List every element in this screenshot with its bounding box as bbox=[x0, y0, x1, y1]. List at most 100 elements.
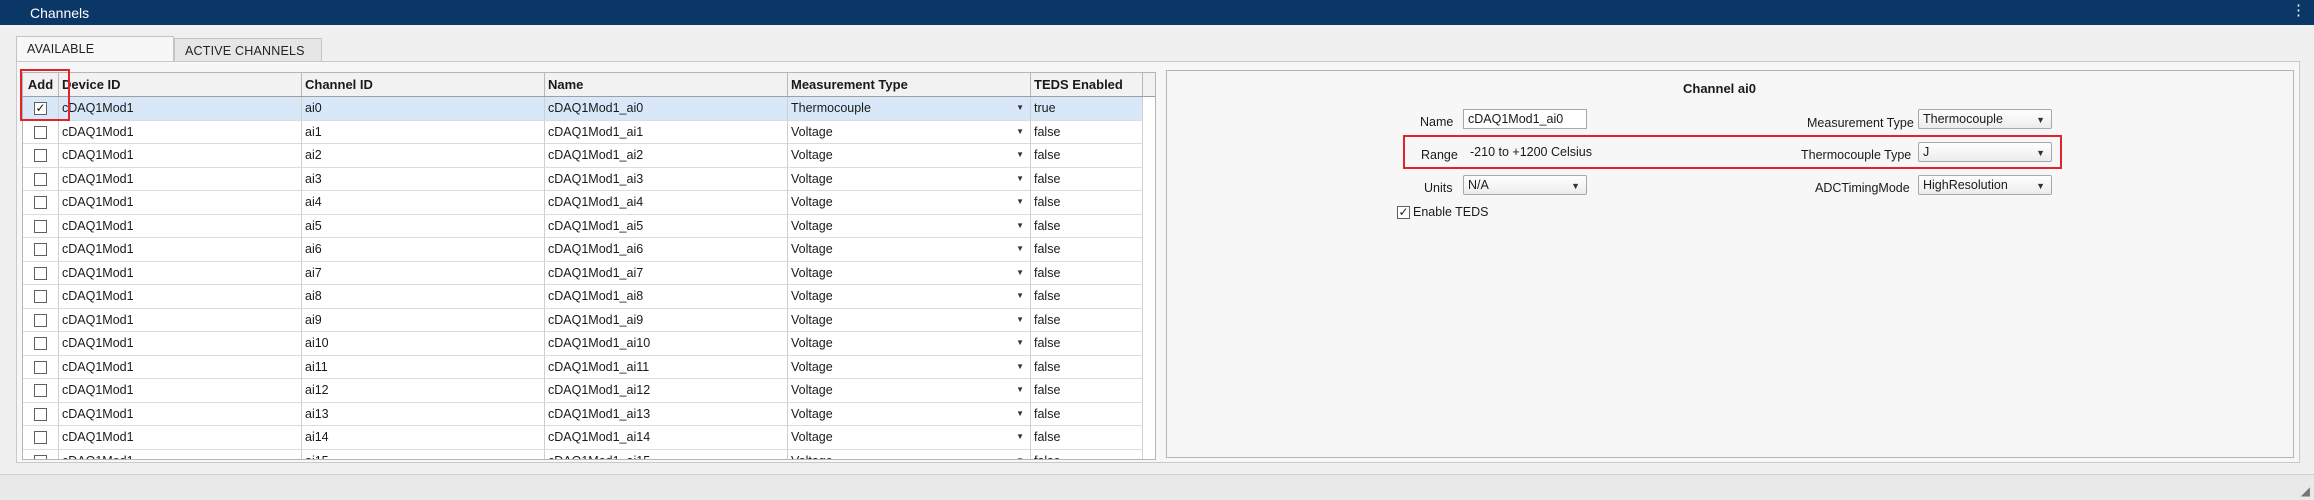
add-checkbox[interactable] bbox=[34, 360, 47, 374]
cell-device-id-text: cDAQ1Mod1 bbox=[62, 289, 134, 303]
add-checkbox[interactable] bbox=[34, 219, 47, 233]
cell-measurement-type-text: Voltage bbox=[791, 242, 833, 256]
cell-channel-id: ai5 bbox=[302, 214, 545, 238]
table-row[interactable]: cDAQ1Mod1 ai15 cDAQ1Mod1_ai15 Voltage ▼ false bbox=[23, 449, 1143, 460]
cell-name: cDAQ1Mod1_ai1 bbox=[545, 120, 788, 144]
cell-teds-enabled-text: false bbox=[1034, 171, 1061, 186]
table-row[interactable]: cDAQ1Mod1 ai3 cDAQ1Mod1_ai3 Voltage ▼ false bbox=[23, 167, 1143, 191]
chevron-down-icon[interactable]: ▼ bbox=[1016, 309, 1024, 331]
chevron-down-icon[interactable]: ▼ bbox=[1016, 332, 1024, 354]
cell-add bbox=[23, 285, 59, 308]
cell-measurement-type[interactable]: Voltage ▼ bbox=[788, 332, 1031, 355]
chevron-down-icon[interactable]: ▼ bbox=[1016, 450, 1024, 460]
add-checkbox[interactable]: ✓ bbox=[34, 102, 47, 115]
cell-measurement-type[interactable]: Voltage ▼ bbox=[788, 402, 1031, 426]
cell-channel-id: ai12 bbox=[302, 379, 545, 402]
table-row[interactable]: cDAQ1Mod1 ai1 cDAQ1Mod1_ai1 Voltage ▼ false bbox=[23, 120, 1143, 144]
cell-measurement-type[interactable]: Voltage ▼ bbox=[788, 144, 1031, 167]
table-row[interactable]: ✓ cDAQ1Mod1 ai0 cDAQ1Mod1_ai0 Thermocouple ▼ t… bbox=[23, 97, 1143, 121]
cell-add bbox=[23, 308, 59, 332]
chevron-down-icon[interactable]: ▼ bbox=[1016, 97, 1024, 119]
add-checkbox[interactable] bbox=[34, 313, 47, 327]
cell-name: cDAQ1Mod1_ai4 bbox=[545, 191, 788, 214]
chevron-down-icon[interactable]: ▼ bbox=[1016, 191, 1024, 213]
add-checkbox[interactable] bbox=[34, 196, 47, 209]
column-header-teds-enabled[interactable]: TEDS Enabled bbox=[1031, 73, 1143, 96]
table-row[interactable]: cDAQ1Mod1 ai7 cDAQ1Mod1_ai7 Voltage ▼ false bbox=[23, 261, 1143, 285]
cell-measurement-type[interactable]: Thermocouple ▼ bbox=[788, 97, 1031, 120]
table-row[interactable]: cDAQ1Mod1 ai6 cDAQ1Mod1_ai6 Voltage ▼ false bbox=[23, 238, 1143, 262]
table-row[interactable]: cDAQ1Mod1 ai2 cDAQ1Mod1_ai2 Voltage ▼ false bbox=[23, 144, 1143, 168]
add-checkbox[interactable] bbox=[34, 125, 47, 139]
chevron-down-icon[interactable]: ▼ bbox=[1016, 144, 1024, 166]
table-row[interactable]: cDAQ1Mod1 ai4 cDAQ1Mod1_ai4 Voltage ▼ false bbox=[23, 191, 1143, 215]
cell-device-id: cDAQ1Mod1 bbox=[59, 214, 302, 238]
cell-measurement-type[interactable]: Voltage ▼ bbox=[788, 285, 1031, 308]
cell-measurement-type[interactable]: Voltage ▼ bbox=[788, 379, 1031, 402]
column-header-name[interactable]: Name bbox=[545, 73, 788, 96]
add-checkbox[interactable] bbox=[34, 431, 47, 444]
cell-measurement-type[interactable]: Voltage ▼ bbox=[788, 261, 1031, 285]
thermocouple-type-dropdown[interactable]: J ▼ bbox=[1918, 142, 2052, 162]
cell-measurement-type[interactable]: Voltage ▼ bbox=[788, 167, 1031, 191]
cell-device-id-text: cDAQ1Mod1 bbox=[62, 454, 134, 460]
measurement-type-dropdown[interactable]: Thermocouple ▼ bbox=[1918, 109, 2052, 129]
add-checkbox[interactable] bbox=[34, 337, 47, 350]
chevron-down-icon[interactable]: ▼ bbox=[1016, 215, 1024, 237]
chevron-down-icon: ▼ bbox=[1571, 181, 1580, 191]
chevron-down-icon[interactable]: ▼ bbox=[1016, 238, 1024, 260]
chevron-down-icon[interactable]: ▼ bbox=[1016, 426, 1024, 448]
add-checkbox[interactable] bbox=[34, 149, 47, 162]
cell-name-text: cDAQ1Mod1_ai11 bbox=[548, 359, 650, 374]
cell-channel-id: ai3 bbox=[302, 167, 545, 191]
table-row[interactable]: cDAQ1Mod1 ai5 cDAQ1Mod1_ai5 Voltage ▼ false bbox=[23, 214, 1143, 238]
cell-measurement-type[interactable]: Voltage ▼ bbox=[788, 238, 1031, 261]
add-checkbox[interactable] bbox=[34, 290, 47, 303]
chevron-down-icon[interactable]: ▼ bbox=[1016, 356, 1024, 378]
cell-name: cDAQ1Mod1_ai13 bbox=[545, 402, 788, 426]
add-checkbox[interactable] bbox=[34, 454, 47, 459]
chevron-down-icon[interactable]: ▼ bbox=[1016, 285, 1024, 307]
enable-teds-checkbox[interactable]: ✓ bbox=[1397, 206, 1410, 219]
cell-name-text: cDAQ1Mod1_ai13 bbox=[548, 406, 651, 421]
cell-device-id-text: cDAQ1Mod1 bbox=[62, 124, 134, 139]
cell-measurement-type-text: Voltage bbox=[791, 312, 833, 327]
cell-measurement-type[interactable]: Voltage ▼ bbox=[788, 426, 1031, 449]
chevron-down-icon[interactable]: ▼ bbox=[1016, 379, 1024, 401]
table-row[interactable]: cDAQ1Mod1 ai9 cDAQ1Mod1_ai9 Voltage ▼ false bbox=[23, 308, 1143, 332]
column-header-channel-id[interactable]: Channel ID bbox=[302, 73, 545, 96]
table-row[interactable]: cDAQ1Mod1 ai12 cDAQ1Mod1_ai12 Voltage ▼ false bbox=[23, 379, 1143, 403]
cell-teds-enabled: false bbox=[1031, 449, 1143, 459]
table-row[interactable]: cDAQ1Mod1 ai10 cDAQ1Mod1_ai10 Voltage ▼ false bbox=[23, 332, 1143, 356]
adc-timing-mode-dropdown[interactable]: HighResolution ▼ bbox=[1918, 175, 2052, 195]
cell-measurement-type[interactable]: Voltage ▼ bbox=[788, 120, 1031, 144]
chevron-down-icon[interactable]: ▼ bbox=[1016, 262, 1024, 284]
chevron-down-icon[interactable]: ▼ bbox=[1016, 121, 1024, 143]
table-row[interactable]: cDAQ1Mod1 ai13 cDAQ1Mod1_ai13 Voltage ▼ false bbox=[23, 402, 1143, 426]
add-checkbox[interactable] bbox=[34, 172, 47, 186]
resize-grip-icon[interactable]: ◢ bbox=[2301, 484, 2310, 498]
cell-device-id-text: cDAQ1Mod1 bbox=[62, 406, 134, 421]
more-vertical-icon[interactable]: ⋮ bbox=[2291, 3, 2306, 19]
cell-measurement-type[interactable]: Voltage ▼ bbox=[788, 214, 1031, 238]
add-checkbox[interactable] bbox=[34, 384, 47, 397]
add-checkbox[interactable] bbox=[34, 407, 47, 421]
units-dropdown[interactable]: N/A ▼ bbox=[1463, 175, 1587, 195]
cell-measurement-type[interactable]: Voltage ▼ bbox=[788, 308, 1031, 332]
table-row[interactable]: cDAQ1Mod1 ai11 cDAQ1Mod1_ai11 Voltage ▼ false bbox=[23, 355, 1143, 379]
add-checkbox[interactable] bbox=[34, 266, 47, 280]
tab-available-channels[interactable]: AVAILABLE CHANNELS bbox=[16, 36, 174, 80]
column-header-measurement-type[interactable]: Measurement Type bbox=[788, 73, 1031, 96]
cell-measurement-type[interactable]: Voltage ▼ bbox=[788, 191, 1031, 214]
column-header-add[interactable]: Add bbox=[23, 73, 59, 96]
chevron-down-icon[interactable]: ▼ bbox=[1016, 168, 1024, 190]
column-header-device-id[interactable]: Device ID bbox=[59, 73, 302, 96]
add-checkbox[interactable] bbox=[34, 243, 47, 256]
tab-active-channels[interactable]: ACTIVE CHANNELS bbox=[174, 38, 322, 62]
cell-measurement-type[interactable]: Voltage ▼ bbox=[788, 355, 1031, 379]
cell-measurement-type[interactable]: Voltage ▼ bbox=[788, 449, 1031, 460]
table-row[interactable]: cDAQ1Mod1 ai14 cDAQ1Mod1_ai14 Voltage ▼ false bbox=[23, 426, 1143, 450]
chevron-down-icon[interactable]: ▼ bbox=[1016, 403, 1024, 425]
name-field[interactable]: cDAQ1Mod1_ai0 bbox=[1463, 109, 1587, 129]
table-row[interactable]: cDAQ1Mod1 ai8 cDAQ1Mod1_ai8 Voltage ▼ false bbox=[23, 285, 1143, 309]
